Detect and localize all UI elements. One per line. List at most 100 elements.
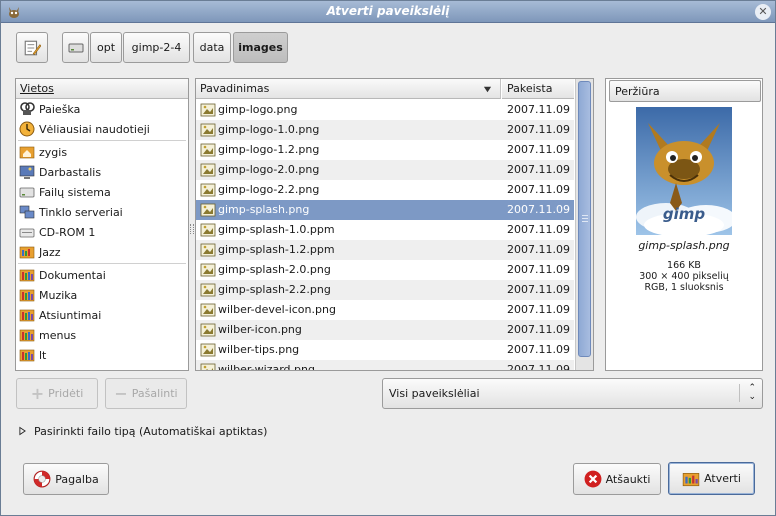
places-item[interactable]: Dokumentai bbox=[16, 265, 188, 285]
places-item[interactable]: Paieška bbox=[16, 99, 188, 119]
places-item-label: Muzika bbox=[39, 288, 78, 302]
add-bookmark-button[interactable]: + Pridėti bbox=[16, 378, 98, 409]
open-button[interactable]: Atverti bbox=[668, 462, 755, 495]
preview-mode: RGB, 1 sluoksnis bbox=[644, 282, 724, 293]
preview-header[interactable]: Peržiūra bbox=[609, 80, 761, 102]
preview-thumbnail: gimp bbox=[636, 107, 732, 235]
places-item[interactable]: Vėliausiai naudotieji bbox=[16, 119, 188, 139]
file-row[interactable]: wilber-wizard.png 2007.11.09 bbox=[196, 360, 574, 370]
file-modified-date: 2007.11.09 bbox=[507, 363, 570, 370]
name-column-header[interactable]: Pavadinimas bbox=[196, 79, 501, 99]
file-name: gimp-logo.png bbox=[218, 103, 298, 116]
places-item-label: Paieška bbox=[39, 102, 81, 116]
places-panel: Vietos Paieška Vėliausiai naudotieji zygis… bbox=[15, 78, 194, 371]
file-row[interactable]: gimp-splash-1.0.ppm 2007.11.09 bbox=[196, 220, 574, 240]
places-item[interactable]: Muzika bbox=[16, 285, 188, 305]
file-modified-date: 2007.11.09 bbox=[507, 283, 570, 296]
file-name: wilber-wizard.png bbox=[218, 363, 315, 370]
bookmark-folder-icon bbox=[19, 287, 35, 303]
image-file-icon bbox=[200, 182, 216, 198]
file-row[interactable]: gimp-logo.png 2007.11.09 bbox=[196, 100, 574, 120]
image-file-icon bbox=[200, 282, 216, 298]
modified-column-header[interactable]: Pakeista bbox=[502, 79, 574, 99]
places-item-label: Jazz bbox=[39, 245, 61, 259]
image-file-icon bbox=[200, 302, 216, 318]
file-row[interactable]: gimp-logo-1.2.png 2007.11.09 bbox=[196, 140, 574, 160]
file-row[interactable]: wilber-tips.png 2007.11.09 bbox=[196, 340, 574, 360]
places-header[interactable]: Vietos bbox=[16, 79, 188, 99]
file-modified-date: 2007.11.09 bbox=[507, 323, 570, 336]
file-row[interactable]: gimp-splash-1.2.ppm 2007.11.09 bbox=[196, 240, 574, 260]
file-row[interactable]: gimp-logo-2.2.png 2007.11.09 bbox=[196, 180, 574, 200]
places-item[interactable]: Atsiuntimai bbox=[16, 305, 188, 325]
places-item[interactable]: Jazz bbox=[16, 242, 188, 262]
places-item-label: Failų sistema bbox=[39, 185, 111, 199]
file-row[interactable]: wilber-devel-icon.png 2007.11.09 bbox=[196, 300, 574, 320]
image-file-icon bbox=[200, 162, 216, 178]
remove-icon: − bbox=[114, 384, 128, 403]
places-item[interactable]: Tinklo serveriai bbox=[16, 202, 188, 222]
path-root-button[interactable] bbox=[62, 32, 89, 63]
add-bookmark-label: Pridėti bbox=[48, 387, 84, 400]
file-row[interactable]: wilber-icon.png 2007.11.09 bbox=[196, 320, 574, 340]
file-row[interactable]: gimp-logo-2.0.png 2007.11.09 bbox=[196, 160, 574, 180]
file-type-label: Pasirinkti failo tipą (Automatiškai apti… bbox=[34, 424, 268, 438]
image-file-icon bbox=[200, 102, 216, 118]
bookmark-folder-icon bbox=[19, 347, 35, 363]
file-row[interactable]: gimp-splash-2.2.png 2007.11.09 bbox=[196, 280, 574, 300]
file-modified-date: 2007.11.09 bbox=[507, 163, 570, 176]
path-segment-gimp-2-4[interactable]: gimp-2-4 bbox=[123, 32, 190, 63]
places-item[interactable]: zygis bbox=[16, 142, 188, 162]
sort-descending-icon bbox=[483, 86, 492, 93]
places-item[interactable]: Failų sistema bbox=[16, 182, 188, 202]
file-name: gimp-logo-1.0.png bbox=[218, 123, 320, 136]
recent-icon bbox=[19, 121, 35, 137]
places-item[interactable]: Darbastalis bbox=[16, 162, 188, 182]
home-folder-icon bbox=[19, 144, 35, 160]
file-modified-date: 2007.11.09 bbox=[507, 143, 570, 156]
remove-bookmark-label: Pašalinti bbox=[131, 387, 178, 400]
image-file-icon bbox=[200, 202, 216, 218]
file-row[interactable]: gimp-splash-2.0.png 2007.11.09 bbox=[196, 260, 574, 280]
places-item-label: Atsiuntimai bbox=[39, 308, 102, 322]
places-item-label: Darbastalis bbox=[39, 165, 102, 179]
file-modified-date: 2007.11.09 bbox=[507, 223, 570, 236]
path-segment-images[interactable]: images bbox=[233, 32, 288, 63]
places-item-label: zygis bbox=[39, 145, 68, 159]
file-list-scrollbar[interactable] bbox=[575, 79, 593, 370]
type-location-button[interactable] bbox=[16, 32, 48, 63]
file-name: wilber-icon.png bbox=[218, 323, 302, 336]
file-row[interactable]: gimp-logo-1.0.png 2007.11.09 bbox=[196, 120, 574, 140]
preview-dimensions: 300 × 400 pikselių bbox=[639, 271, 729, 282]
preview-logo-text: gimp bbox=[663, 205, 706, 223]
cancel-button[interactable]: Atšaukti bbox=[573, 463, 661, 495]
name-column-label: Pavadinimas bbox=[200, 82, 270, 95]
title-bar[interactable]: Atverti paveikslėlį ✕ bbox=[1, 1, 775, 23]
path-segment-opt[interactable]: opt bbox=[90, 32, 122, 63]
file-modified-date: 2007.11.09 bbox=[507, 183, 570, 196]
path-segment-data[interactable]: data bbox=[193, 32, 231, 63]
edit-location-icon bbox=[24, 40, 41, 55]
pane-resize-handle[interactable] bbox=[190, 224, 194, 234]
places-item[interactable]: CD-ROM 1 bbox=[16, 222, 188, 242]
file-name: gimp-splash-1.2.ppm bbox=[218, 243, 335, 256]
remove-bookmark-button[interactable]: − Pašalinti bbox=[105, 378, 187, 409]
places-item-label: CD-ROM 1 bbox=[39, 225, 96, 239]
file-filter-select[interactable]: Visi paveikslėliai ⌃ ⌄ bbox=[382, 378, 763, 409]
close-icon[interactable]: ✕ bbox=[755, 4, 771, 20]
file-name: wilber-devel-icon.png bbox=[218, 303, 336, 316]
file-row[interactable]: gimp-splash.png 2007.11.09 bbox=[196, 200, 574, 220]
file-type-expander[interactable]: Pasirinkti failo tipą (Automatiškai apti… bbox=[19, 423, 267, 439]
places-item-label: menus bbox=[39, 328, 77, 342]
filesystem-icon bbox=[19, 184, 35, 200]
places-separator bbox=[18, 140, 186, 141]
scrollbar-thumb[interactable] bbox=[578, 81, 591, 357]
help-button[interactable]: Pagalba bbox=[23, 463, 109, 495]
file-modified-date: 2007.11.09 bbox=[507, 343, 570, 356]
file-name: gimp-logo-2.0.png bbox=[218, 163, 320, 176]
places-item[interactable]: lt bbox=[16, 345, 188, 365]
desktop-icon bbox=[19, 164, 35, 180]
file-name: gimp-splash-1.0.ppm bbox=[218, 223, 335, 236]
expander-arrow-icon bbox=[19, 426, 26, 436]
places-item[interactable]: menus bbox=[16, 325, 188, 345]
